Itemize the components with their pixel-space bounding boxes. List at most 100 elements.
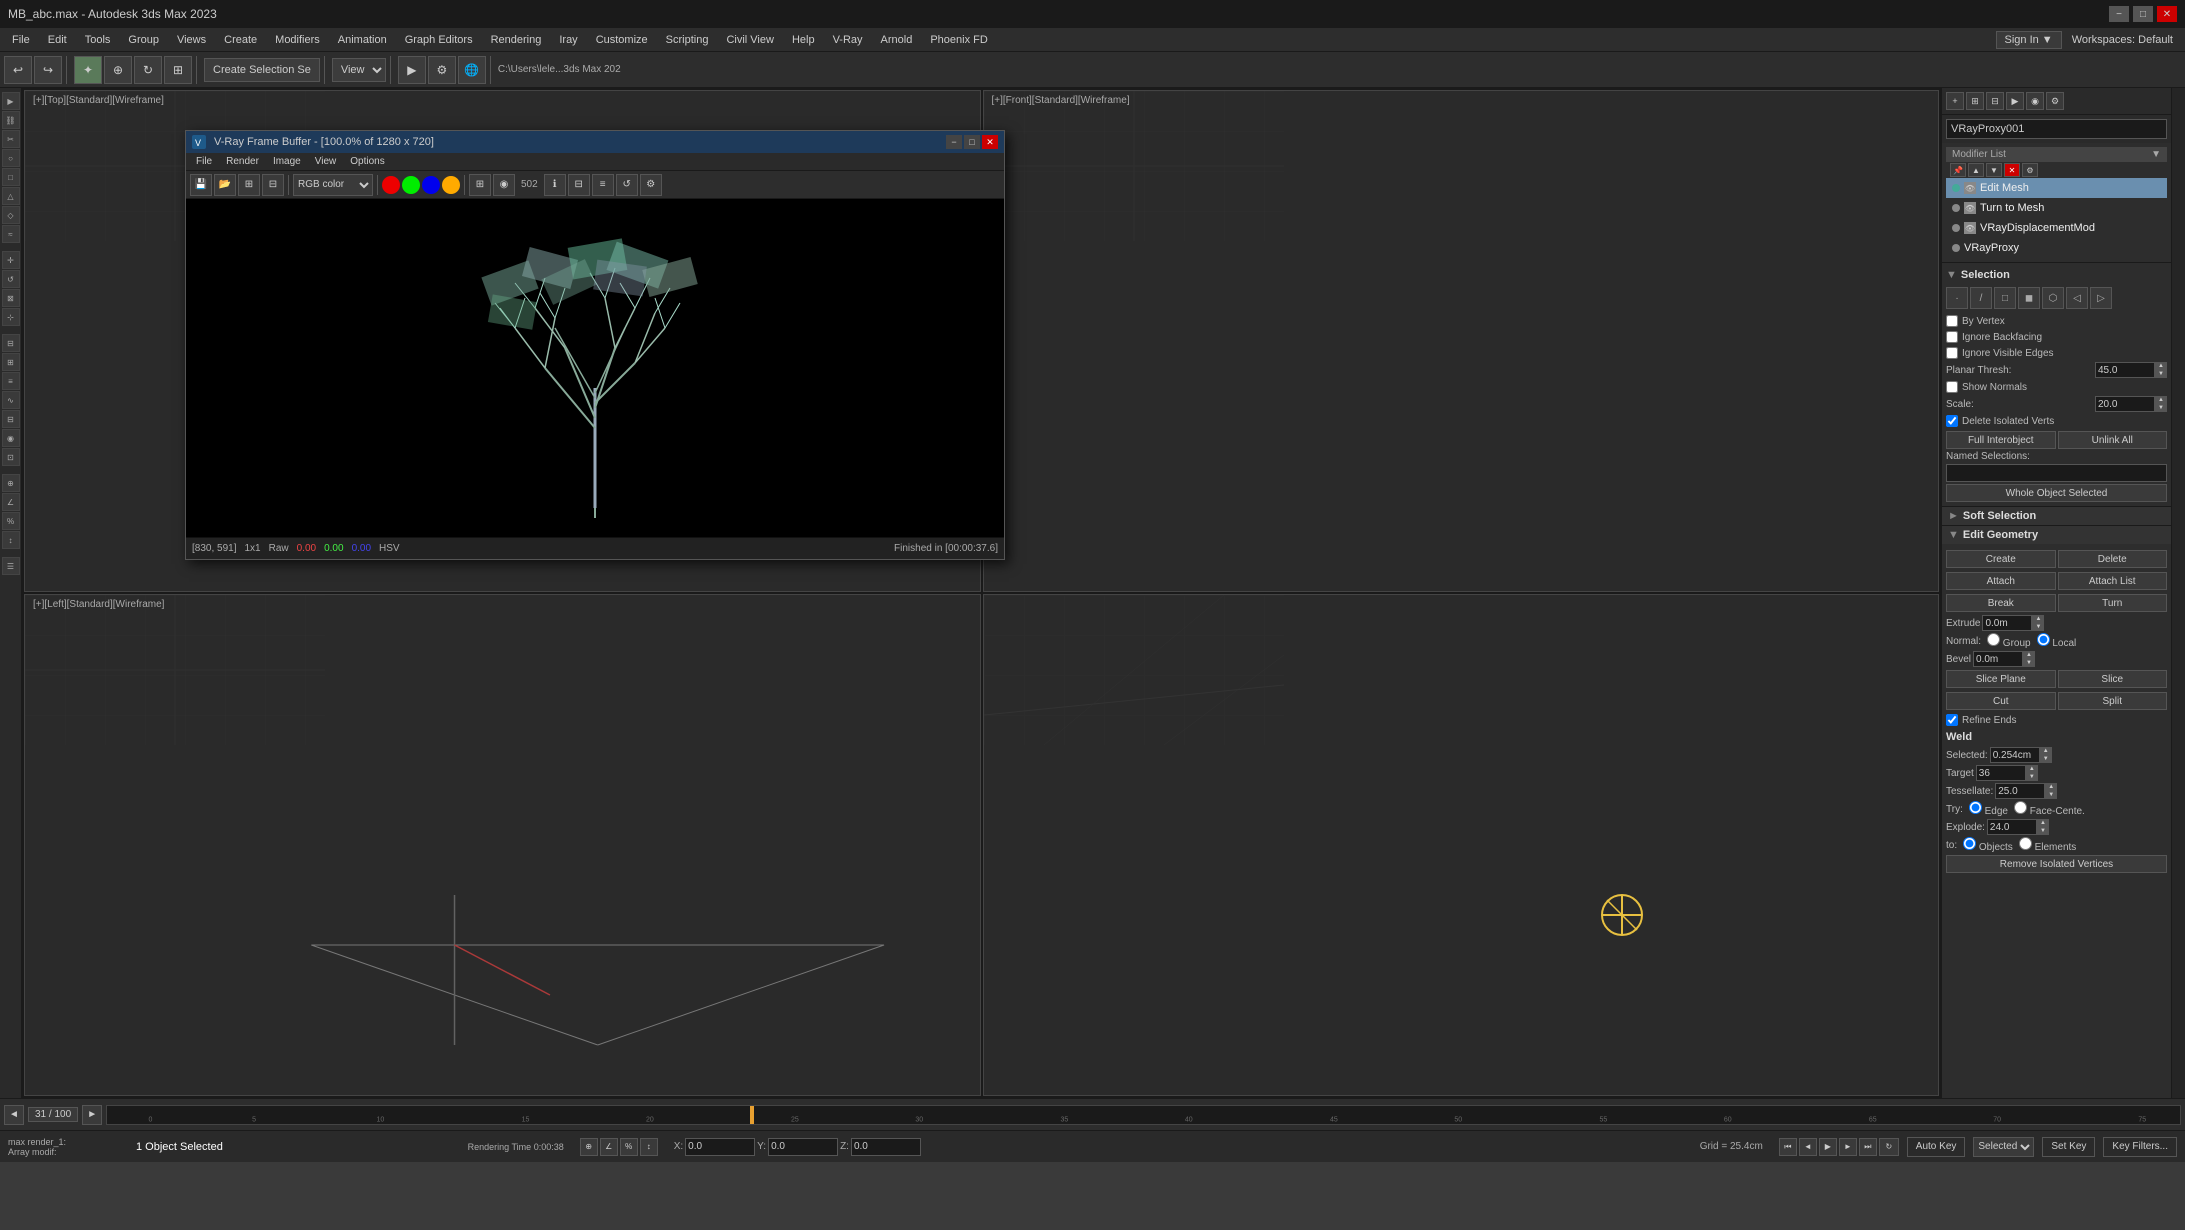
vray-fb-lens-btn[interactable]: ◉ (493, 174, 515, 196)
geo-tool[interactable]: △ (2, 187, 20, 205)
panel-icon-modify[interactable]: ⊞ (1966, 92, 1984, 110)
vray-fb-color-dropdown[interactable]: RGB color (293, 174, 373, 196)
vray-fb-save-btn[interactable]: 💾 (190, 174, 212, 196)
menu-scripting[interactable]: Scripting (658, 32, 717, 48)
soft-selection-header[interactable]: ► Soft Selection (1942, 507, 2171, 525)
timeline-next-btn[interactable]: ► (82, 1105, 102, 1125)
vray-fb-layer-btn[interactable]: ≡ (592, 174, 614, 196)
extrude-input[interactable] (1982, 615, 2032, 631)
tessellate-input[interactable] (1995, 783, 2045, 799)
rotate-tool[interactable]: ↺ (2, 270, 20, 288)
bevel-input[interactable] (1973, 651, 2023, 667)
menu-rendering[interactable]: Rendering (483, 32, 550, 48)
extrude-up[interactable]: ▲ (2032, 615, 2044, 623)
menu-group[interactable]: Group (120, 32, 167, 48)
mod-pin-button[interactable]: 📌 (1950, 163, 1966, 177)
menu-file[interactable]: File (4, 32, 38, 48)
vray-fb-pixel-info[interactable]: ℹ (544, 174, 566, 196)
vray-fb-maximize[interactable]: □ (964, 135, 980, 149)
mod-up-button[interactable]: ▲ (1968, 163, 1984, 177)
refine-ends-checkbox[interactable] (1946, 714, 1958, 726)
snap-toggle[interactable]: ⊕ (2, 474, 20, 492)
rotate-button[interactable]: ↻ (134, 56, 162, 84)
viewport-perspective[interactable] (983, 594, 1940, 1096)
bevel-up[interactable]: ▲ (2023, 651, 2035, 659)
menu-views[interactable]: Views (169, 32, 214, 48)
panel-icon-display[interactable]: ◉ (2026, 92, 2044, 110)
scale-input[interactable] (2095, 396, 2155, 412)
material-editor[interactable]: ◉ (2, 429, 20, 447)
vray-fb-stereo-btn[interactable]: ⊟ (568, 174, 590, 196)
explode-down[interactable]: ▼ (2037, 827, 2049, 835)
selected-mode-dropdown[interactable]: Selected (1973, 1137, 2034, 1157)
compound-tool[interactable]: ◇ (2, 206, 20, 224)
objects-radio[interactable] (1963, 837, 1976, 850)
whole-object-selected-btn[interactable]: Whole Object Selected (1946, 484, 2167, 502)
layer-tool[interactable]: ≡ (2, 372, 20, 390)
snap-magnet-btn[interactable]: ⊕ (580, 1138, 598, 1156)
mod-down-button[interactable]: ▼ (1986, 163, 2002, 177)
sel-border-btn[interactable]: □ (1994, 287, 2016, 309)
modifier-turn-to-mesh[interactable]: 👁 Turn to Mesh (1946, 198, 2167, 218)
select-tool[interactable]: ▶ (2, 92, 20, 110)
menu-arnold[interactable]: Arnold (873, 32, 921, 48)
face-center-radio[interactable] (2014, 801, 2027, 814)
weld-target-up[interactable]: ▲ (2026, 765, 2038, 773)
edit-geometry-header[interactable]: ▼ Edit Geometry (1942, 526, 2171, 544)
menu-sign-in[interactable]: Sign In ▼ (1996, 31, 2062, 49)
local-radio[interactable] (2037, 633, 2050, 646)
sel-element-btn[interactable]: ⬡ (2042, 287, 2064, 309)
menu-workspaces[interactable]: Workspaces: Default (2064, 32, 2181, 48)
tessellate-down[interactable]: ▼ (2045, 791, 2057, 799)
curve-editor[interactable]: ∿ (2, 391, 20, 409)
selection-section-header[interactable]: ▼ Selection (1946, 267, 2167, 283)
scale-tool[interactable]: ⊠ (2, 289, 20, 307)
vray-fb-red-channel[interactable] (382, 176, 400, 194)
create-btn[interactable]: Create (1946, 550, 2056, 568)
vray-fb-close[interactable]: ✕ (982, 135, 998, 149)
modifier-edit-mesh[interactable]: 👁 Edit Mesh (1946, 178, 2167, 198)
vray-fb-green-channel[interactable] (402, 176, 420, 194)
undo-button[interactable]: ↩ (4, 56, 32, 84)
panel-icon-hierarchy[interactable]: ⊟ (1986, 92, 2004, 110)
mod-delete-button[interactable]: ✕ (2004, 163, 2020, 177)
schematic-view[interactable]: ⊟ (2, 410, 20, 428)
viewport-front[interactable]: [+][Front][Standard][Wireframe] (983, 90, 1940, 592)
vray-fb-alpha-channel[interactable] (442, 176, 460, 194)
sel-back-btn[interactable]: ◁ (2066, 287, 2088, 309)
render-button[interactable]: ▶ (398, 56, 426, 84)
explode-up[interactable]: ▲ (2037, 819, 2049, 827)
ignore-visible-edges-checkbox[interactable] (1946, 347, 1958, 359)
bind-tool[interactable]: ○ (2, 149, 20, 167)
break-btn[interactable]: Break (1946, 594, 2056, 612)
remove-isolated-btn[interactable]: Remove Isolated Vertices (1946, 855, 2167, 873)
menu-animation[interactable]: Animation (330, 32, 395, 48)
tessellate-up[interactable]: ▲ (2045, 783, 2057, 791)
vray-fb-menu-file[interactable]: File (190, 155, 218, 168)
object-name-input[interactable] (1946, 119, 2167, 139)
planar-thresh-input[interactable] (2095, 362, 2155, 378)
delete-isolated-checkbox[interactable] (1946, 415, 1958, 427)
timeline-track[interactable]: 0 5 10 15 20 25 30 35 40 45 50 55 60 65 … (106, 1105, 2181, 1125)
move-button[interactable]: ⊕ (104, 56, 132, 84)
scale-down[interactable]: ▼ (2155, 404, 2167, 412)
align-tool[interactable]: ⊞ (2, 353, 20, 371)
close-button[interactable]: ✕ (2157, 6, 2177, 22)
attach-list-btn[interactable]: Attach List (2058, 572, 2168, 590)
viewport-left[interactable]: [+][Left][Standard][Wireframe] (24, 594, 981, 1096)
modifier-vray-proxy[interactable]: VRayProxy (1946, 238, 2167, 258)
delete-btn[interactable]: Delete (2058, 550, 2168, 568)
snap-angle-btn[interactable]: ∠ (600, 1138, 618, 1156)
menu-modifiers[interactable]: Modifiers (267, 32, 328, 48)
render-explorer[interactable]: ⊡ (2, 448, 20, 466)
group-radio[interactable] (1987, 633, 2000, 646)
turn-btn[interactable]: Turn (2058, 594, 2168, 612)
menu-edit[interactable]: Edit (40, 32, 75, 48)
vray-fb-track-btn[interactable]: ⊟ (262, 174, 284, 196)
slice-btn[interactable]: Slice (2058, 670, 2168, 688)
loop-btn[interactable]: ↻ (1879, 1138, 1899, 1156)
create-selection-button[interactable]: Create Selection Se (204, 58, 320, 82)
redo-button[interactable]: ↪ (34, 56, 62, 84)
mod-config-button[interactable]: ⚙ (2022, 163, 2038, 177)
weld-target-input[interactable] (1976, 765, 2026, 781)
